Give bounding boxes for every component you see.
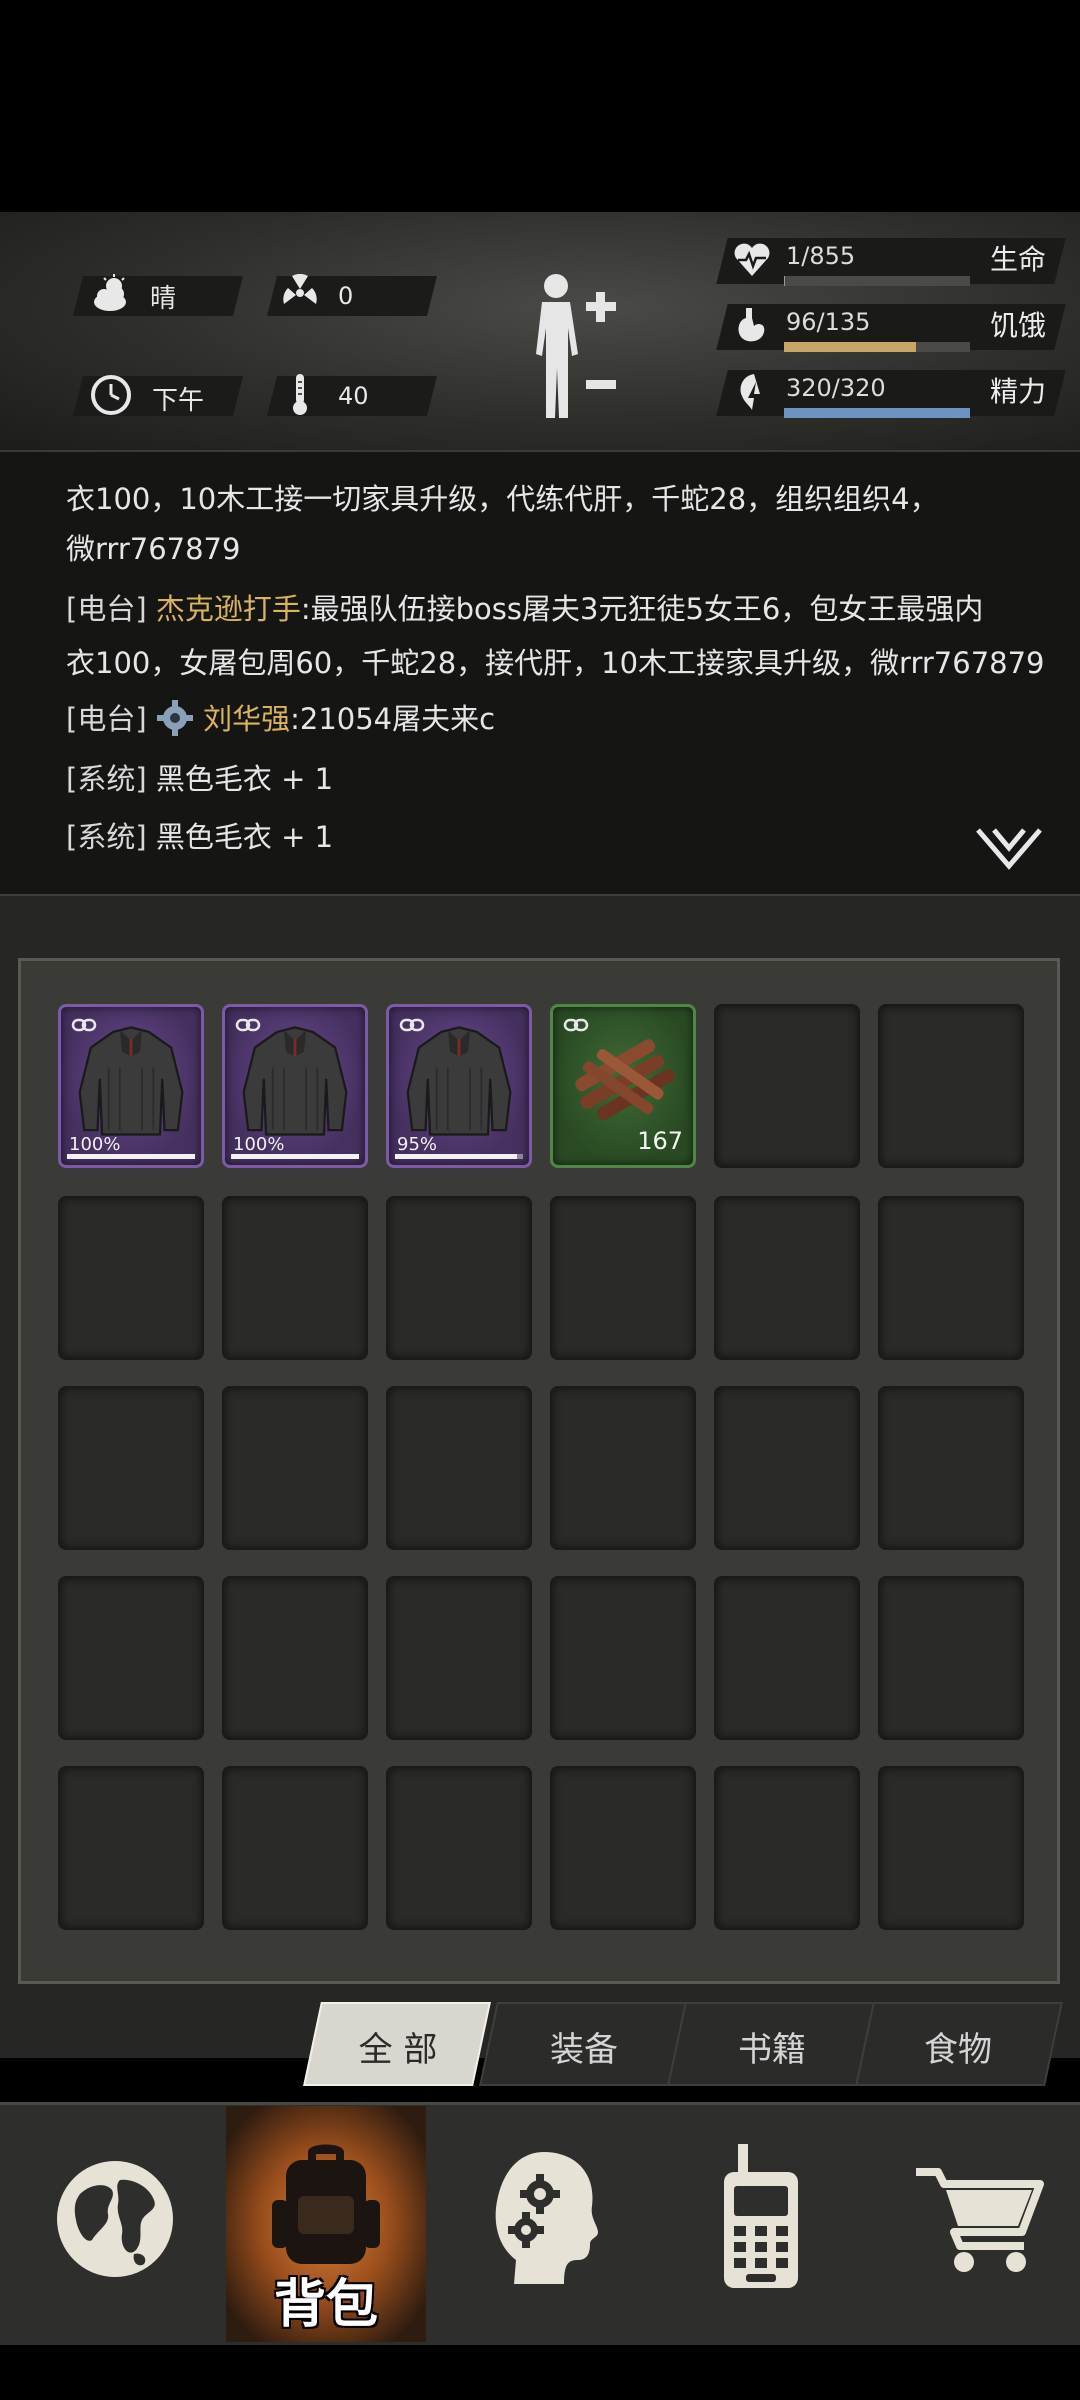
tab-books-label: 书籍 <box>738 2030 806 2070</box>
chat-sender-name[interactable]: 杰克逊打手 <box>156 592 301 626</box>
hunger-value: 96/135 <box>786 308 871 336</box>
chat-channel-tag: [系统] <box>66 762 147 796</box>
inventory-slot-empty[interactable] <box>386 1576 532 1740</box>
chat-channel-tag: [电台] <box>66 592 147 626</box>
chat-text: 衣100，10木工接一切家具升级，代练代肝，千蛇28，组织组织4， <box>66 482 939 516</box>
radiation-icon <box>283 274 317 304</box>
black-sweater-icon <box>406 1026 512 1136</box>
walkie-talkie-icon <box>724 2144 798 2288</box>
stomach-icon <box>738 308 765 342</box>
inventory-slot-empty[interactable] <box>714 1386 860 1550</box>
nav-backpack-label: 背包 <box>273 2275 378 2335</box>
inventory-slot-empty[interactable] <box>386 1196 532 1360</box>
inventory-slot-empty[interactable] <box>222 1766 368 1930</box>
chat-text: 黑色毛衣 + 1 <box>155 762 334 796</box>
weather-label: 晴 <box>150 284 177 314</box>
hunger-label: 饥饿 <box>990 309 1047 342</box>
inventory-slot-empty[interactable] <box>386 1386 532 1550</box>
temperature-value: 40 <box>338 382 369 410</box>
chat-line: [系统] 黑色毛衣 + 1 <box>66 756 333 798</box>
inventory-slot-empty[interactable] <box>878 1576 1024 1740</box>
hunger-bar <box>784 342 970 352</box>
chat-text: 黑色毛衣 + 1 <box>155 820 334 854</box>
energy-bar <box>784 408 970 418</box>
inventory-slot-empty[interactable] <box>878 1766 1024 1930</box>
energy-value: 320/320 <box>786 374 886 402</box>
sun-cloud-icon <box>94 274 126 311</box>
inventory-slot-empty[interactable] <box>878 1196 1024 1360</box>
wood-bundle-icon <box>575 1039 675 1120</box>
chat-line: 衣100，10木工接一切家具升级，代练代肝，千蛇28，组织组织4， <box>66 476 939 518</box>
inventory-slot-item[interactable]: 100% <box>222 1004 368 1168</box>
chat-line: [电台] 刘华强:21054屠夫来c <box>66 696 495 738</box>
health-bar <box>784 276 970 286</box>
inventory-slot-empty[interactable] <box>714 1576 860 1740</box>
nav-skills-button[interactable] <box>440 2106 650 2342</box>
cart-icon <box>916 2168 1044 2272</box>
inventory-slot-empty[interactable] <box>222 1196 368 1360</box>
inventory-slot-item[interactable]: 95% <box>386 1004 532 1168</box>
double-chevron-down-icon[interactable] <box>974 826 1044 876</box>
black-sweater-icon <box>78 1026 184 1136</box>
health-bar-fill <box>784 276 785 286</box>
chat-line: 微rrr767879 <box>66 526 240 568</box>
nav-shop-button[interactable] <box>868 2106 1078 2342</box>
globe-icon <box>57 2161 173 2277</box>
inventory-slot-empty[interactable] <box>550 1766 696 1930</box>
durability-label: 95% <box>397 1134 438 1155</box>
chat-text: 衣100，女屠包周60，千蛇28，接代肝，10木工接家具升级，微rrr76787… <box>66 646 1045 680</box>
chat-line: [电台] 杰克逊打手:最强队伍接boss屠夫3元狂徒5女王6，包女王最强内 <box>66 586 983 628</box>
chat-channel-tag: [系统] <box>66 820 147 854</box>
inventory-slot-empty[interactable] <box>222 1576 368 1740</box>
inventory-slot-empty[interactable] <box>550 1386 696 1550</box>
thermometer-icon <box>293 374 307 415</box>
chat-sender-name[interactable]: 刘华强 <box>203 702 290 736</box>
backpack-icon <box>272 2144 380 2264</box>
inventory-slot-empty[interactable] <box>714 1766 860 1930</box>
body-figure-icon[interactable] <box>520 268 624 424</box>
inventory-slot-empty[interactable] <box>878 1386 1024 1550</box>
chat-line: 衣100，女屠包周60，千蛇28，接代肝，10木工接家具升级，微rrr76787… <box>66 640 1045 682</box>
chat-text: :21054屠夫来c <box>290 702 496 736</box>
time-of-day-label: 下午 <box>152 386 205 416</box>
inventory-slot-item[interactable]: 100% <box>58 1004 204 1168</box>
energy-bar-fill <box>784 408 970 418</box>
health-value: 1/855 <box>786 242 856 270</box>
inventory-slot-empty[interactable] <box>58 1386 204 1550</box>
hunger-bar-fill <box>784 342 917 352</box>
durability-label: 100% <box>233 1134 285 1155</box>
radiation-value: 0 <box>338 282 354 310</box>
inventory-slot-item[interactable]: 167 <box>550 1004 696 1168</box>
inventory-slot-empty[interactable] <box>714 1196 860 1360</box>
inventory-slot-empty[interactable] <box>222 1386 368 1550</box>
gear-badge-icon <box>156 700 193 736</box>
chat-text: 微rrr767879 <box>66 532 241 566</box>
tab-food-label: 食物 <box>924 2030 992 2070</box>
inventory-slot-empty[interactable] <box>878 1004 1024 1168</box>
chat-line: [系统] 黑色毛衣 + 1 <box>66 814 333 856</box>
clock-icon <box>91 375 131 415</box>
inventory-slot-empty[interactable] <box>58 1766 204 1930</box>
tab-equipment-label: 装备 <box>550 2030 618 2070</box>
tab-all-label: 全 部 <box>358 2030 438 2070</box>
inventory-slot-empty[interactable] <box>550 1576 696 1740</box>
inventory-slot-empty[interactable] <box>58 1576 204 1740</box>
chat-text: :最强队伍接boss屠夫3元狂徒5女王6，包女王最强内 <box>300 592 984 626</box>
energy-icon <box>740 374 760 410</box>
heart-icon <box>734 243 770 276</box>
durability-label: 100% <box>69 1134 121 1155</box>
black-sweater-icon <box>242 1026 348 1136</box>
energy-label: 精力 <box>990 375 1047 408</box>
inventory-slot-empty[interactable] <box>714 1004 860 1168</box>
health-label: 生命 <box>990 243 1047 276</box>
head-gears-icon <box>495 2152 598 2284</box>
nav-radio-button[interactable] <box>654 2106 864 2342</box>
item-quantity: 167 <box>637 1127 683 1155</box>
chat-channel-tag: [电台] <box>66 702 147 736</box>
inventory-slot-empty[interactable] <box>58 1196 204 1360</box>
inventory-slot-empty[interactable] <box>386 1766 532 1930</box>
nav-map-button[interactable] <box>12 2106 222 2342</box>
inventory-slot-empty[interactable] <box>550 1196 696 1360</box>
